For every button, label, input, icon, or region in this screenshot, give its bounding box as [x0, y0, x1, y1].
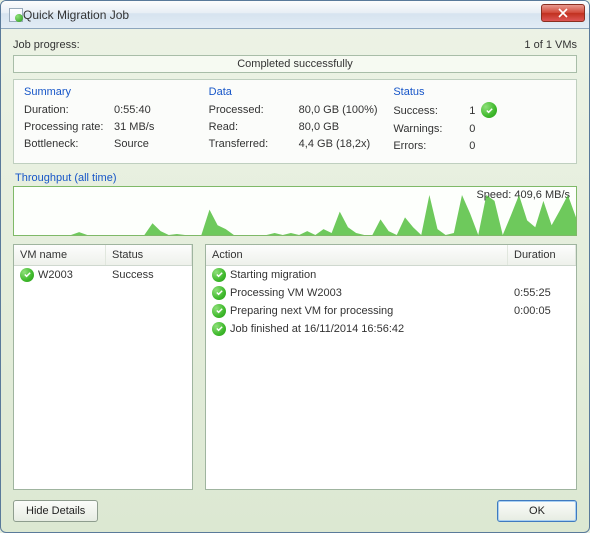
action-cell: Job finished at 16/11/2014 16:56:42: [206, 320, 508, 338]
success-check-icon: [212, 304, 226, 318]
processed-label: Processed:: [209, 102, 299, 119]
transferred-label: Transferred:: [209, 136, 299, 153]
close-icon: [558, 8, 568, 18]
vm-status-cell: Success: [106, 267, 192, 283]
completion-status: Completed successfully: [13, 55, 577, 73]
action-list-header: Action Duration: [206, 245, 576, 266]
progress-line: Job progress: 1 of 1 VMs: [13, 39, 577, 51]
info-panels: Summary Duration:0:55:40 Processing rate…: [13, 79, 577, 164]
bottleneck-label: Bottleneck:: [24, 136, 114, 153]
table-row[interactable]: Preparing next VM for processing0:00:05: [206, 302, 576, 320]
summary-title: Summary: [24, 86, 197, 98]
warnings-label: Warnings:: [393, 121, 453, 138]
summary-panel: Summary Duration:0:55:40 Processing rate…: [24, 86, 197, 155]
success-check-icon: [481, 102, 497, 118]
lists-row: VM name Status W2003Success Action Durat…: [13, 244, 577, 491]
status-panel: Status Success: 1 Warnings: 0 Errors: 0: [393, 86, 566, 155]
table-row[interactable]: Job finished at 16/11/2014 16:56:42: [206, 320, 576, 338]
rate-value: 31 MB/s: [114, 119, 197, 136]
hide-details-button[interactable]: Hide Details: [13, 500, 98, 522]
action-cell: Preparing next VM for processing: [206, 302, 508, 320]
client-area: Job progress: 1 of 1 VMs Completed succe…: [1, 29, 589, 532]
action-col-duration[interactable]: Duration: [508, 245, 576, 265]
vm-col-name[interactable]: VM name: [14, 245, 106, 265]
table-row[interactable]: W2003Success: [14, 266, 192, 284]
vm-list-body[interactable]: W2003Success: [14, 266, 192, 490]
throughput-title: Throughput (all time): [15, 172, 577, 184]
dialog-window: Quick Migration Job Job progress: 1 of 1…: [0, 0, 590, 533]
read-value: 80,0 GB: [299, 119, 382, 136]
processed-value: 80,0 GB (100%): [299, 102, 382, 119]
success-value: 1: [453, 103, 481, 120]
table-row[interactable]: Starting migration: [206, 266, 576, 284]
success-check-icon: [20, 268, 34, 282]
transferred-value: 4,4 GB (18,2x): [299, 136, 382, 153]
errors-value: 0: [453, 138, 481, 155]
warnings-value: 0: [453, 121, 481, 138]
success-check-icon: [212, 286, 226, 300]
duration-cell: 0:55:25: [508, 285, 576, 301]
close-button[interactable]: [541, 4, 585, 22]
rate-label: Processing rate:: [24, 119, 114, 136]
read-label: Read:: [209, 119, 299, 136]
table-row[interactable]: Processing VM W20030:55:25: [206, 284, 576, 302]
duration-cell: [508, 273, 576, 277]
duration-value: 0:55:40: [114, 102, 197, 119]
vm-list-header: VM name Status: [14, 245, 192, 266]
vm-name-cell: W2003: [14, 266, 106, 284]
action-cell: Starting migration: [206, 266, 508, 284]
titlebar[interactable]: Quick Migration Job: [1, 1, 589, 29]
action-col-action[interactable]: Action: [206, 245, 508, 265]
action-cell: Processing VM W2003: [206, 284, 508, 302]
progress-count: 1 of 1 VMs: [524, 39, 577, 51]
vm-list[interactable]: VM name Status W2003Success: [13, 244, 193, 491]
status-title: Status: [393, 86, 566, 98]
vm-col-status[interactable]: Status: [106, 245, 192, 265]
progress-label: Job progress:: [13, 39, 80, 51]
data-panel: Data Processed:80,0 GB (100%) Read:80,0 …: [209, 86, 382, 155]
throughput-chart: Speed: 409,6 MB/s: [13, 186, 577, 236]
action-list-body[interactable]: Starting migrationProcessing VM W20030:5…: [206, 266, 576, 490]
duration-cell: [508, 327, 576, 331]
duration-label: Duration:: [24, 102, 114, 119]
duration-cell: 0:00:05: [508, 303, 576, 319]
throughput-sparkline: [14, 195, 576, 235]
ok-button[interactable]: OK: [497, 500, 577, 522]
success-label: Success:: [393, 103, 453, 120]
success-check-icon: [212, 268, 226, 282]
data-title: Data: [209, 86, 382, 98]
action-list[interactable]: Action Duration Starting migrationProces…: [205, 244, 577, 491]
errors-label: Errors:: [393, 138, 453, 155]
footer: Hide Details OK: [13, 490, 577, 522]
bottleneck-value: Source: [114, 136, 197, 153]
success-check-icon: [212, 322, 226, 336]
app-icon: [9, 8, 23, 22]
window-title: Quick Migration Job: [23, 8, 541, 22]
